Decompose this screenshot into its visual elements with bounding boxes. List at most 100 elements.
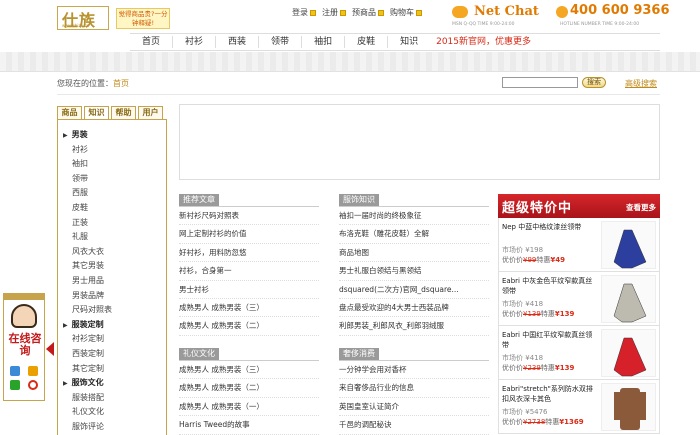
sidebar-category[interactable]: ▶ 男装 bbox=[58, 128, 166, 143]
article-link[interactable]: 来自奢侈品行业的信息 bbox=[339, 379, 489, 398]
customer-service-avatar bbox=[11, 304, 37, 328]
sidebar-item[interactable]: 西装定制 bbox=[58, 347, 166, 362]
tab-help[interactable]: 帮助 bbox=[111, 106, 136, 120]
article-link[interactable]: 袖扣一届时尚的终极象征 bbox=[339, 207, 489, 226]
article-link[interactable]: 衬衫，合身第一 bbox=[179, 262, 319, 281]
online-chat-widget[interactable]: 在线咨询 bbox=[3, 293, 45, 401]
nav-ties[interactable]: 领带 bbox=[258, 36, 301, 48]
article-link[interactable]: 成熟男人 成熟男装（一） bbox=[179, 398, 319, 417]
article-link[interactable]: dsquared(二次方)官网_dsquare... bbox=[339, 281, 489, 299]
sidebar-item[interactable]: 皮鞋 bbox=[58, 201, 166, 216]
article-link[interactable]: 成熟男人 成熟男装（三） bbox=[179, 361, 319, 380]
sidebar-item[interactable]: 服装搭配 bbox=[58, 391, 166, 406]
article-link[interactable]: 男士礼服白领结与黑领结 bbox=[339, 262, 489, 281]
sidebar-tabs: 商品 知识 帮助 用户 bbox=[57, 106, 167, 120]
knowledge-title: 服饰知识 bbox=[339, 194, 379, 206]
product-image[interactable] bbox=[601, 383, 656, 431]
article-link[interactable]: 盘点最受欢迎的4大男士西装品牌 bbox=[339, 299, 489, 318]
article-link[interactable]: 成熟男人 成熟男装（三） bbox=[179, 299, 319, 318]
sidebar-item[interactable]: 男士用品 bbox=[58, 274, 166, 289]
product-image[interactable] bbox=[601, 275, 656, 323]
cart-link[interactable]: 购物车 bbox=[390, 7, 422, 18]
tab-user[interactable]: 用户 bbox=[138, 106, 163, 120]
recommend-list: 新衬衫尺码对照表 网上定制衬衫的价值 好衬衫，用料防忽悠 衬衫，合身第一 男士衬衫 成熟男… bbox=[179, 207, 319, 336]
close-icon[interactable] bbox=[28, 380, 38, 390]
slogan-banner[interactable]: 觉得商品贵?一分钟释疑! bbox=[116, 8, 170, 29]
net-chat[interactable]: Net Chat MSN Q-QQ TIME 9:00-24:00 bbox=[452, 2, 544, 28]
nav-cufflinks[interactable]: 袖扣 bbox=[301, 36, 344, 48]
login-link[interactable]: 登录 bbox=[292, 7, 316, 18]
register-link[interactable]: 注册 bbox=[322, 7, 346, 18]
search-button[interactable]: 搜索 bbox=[582, 77, 606, 88]
sidebar-item[interactable]: 尺码对照表 bbox=[58, 303, 166, 318]
advanced-search-link[interactable]: 高级搜索 bbox=[625, 78, 657, 89]
article-link[interactable]: 千邑的调配秘诀 bbox=[339, 416, 489, 435]
article-link[interactable]: 一分钟学会用对香杯 bbox=[339, 361, 489, 380]
product-image[interactable] bbox=[601, 221, 656, 269]
sidebar-item[interactable]: 衬衫 bbox=[58, 143, 166, 158]
product-name[interactable]: Eabri 中国红平纹窄款真丝领带 bbox=[502, 330, 597, 350]
sidebar-item[interactable]: 风衣大衣 bbox=[58, 245, 166, 260]
nav-knowledge[interactable]: 知识 bbox=[387, 36, 430, 48]
expand-arrow-icon: ▶ bbox=[63, 321, 68, 329]
special-more-link[interactable]: 查看更多 bbox=[626, 202, 656, 213]
article-link[interactable]: 男士衬衫 bbox=[179, 281, 319, 299]
special-offers: 超级特价中 查看更多 Nep 中蓝中格纹漆丝领带 市场价 ¥198 优价价¥99特惠… bbox=[498, 194, 660, 435]
product-name[interactable]: Eabri 中灰金色平纹窄款真丝领带 bbox=[502, 276, 597, 296]
product-name[interactable]: Eabri"stretch"系列防水双排扣风衣深卡其色 bbox=[502, 384, 597, 404]
nav-promo[interactable]: 2015新官网，优惠更多 bbox=[436, 36, 531, 48]
qq-icon[interactable] bbox=[10, 366, 20, 376]
sidebar-item-label: 礼仪文化 bbox=[72, 407, 104, 417]
special-product[interactable]: Eabri"stretch"系列防水双排扣风衣深卡其色 市场价 ¥5476 优价价¥… bbox=[498, 380, 660, 434]
sidebar-item[interactable]: 袖扣 bbox=[58, 157, 166, 172]
hotline: 400 600 9366 HOTLINE NUMBER TIME 9:00-24… bbox=[556, 2, 670, 28]
add-icon[interactable] bbox=[10, 380, 20, 390]
nav-suits[interactable]: 西装 bbox=[215, 36, 258, 48]
article-link[interactable]: 成熟男人 成熟男装（二） bbox=[179, 379, 319, 398]
article-link[interactable]: 好衬衫，用料防忽悠 bbox=[179, 244, 319, 263]
register-icon bbox=[340, 9, 346, 16]
favorites-link[interactable]: 预商品 bbox=[352, 7, 384, 18]
article-link[interactable]: 利郎男装_利郎风衣_利郎羽绒服 bbox=[339, 317, 489, 336]
tab-products[interactable]: 商品 bbox=[57, 106, 82, 120]
sidebar-item[interactable]: 其它男装 bbox=[58, 259, 166, 274]
nav-shirts[interactable]: 衬衫 bbox=[172, 36, 215, 48]
search-input[interactable] bbox=[502, 77, 578, 88]
sidebar-category[interactable]: ▶ 服装定制 bbox=[58, 318, 166, 333]
product-name[interactable]: Nep 中蓝中格纹漆丝领带 bbox=[502, 222, 597, 232]
tab-knowledge[interactable]: 知识 bbox=[84, 106, 109, 120]
sidebar-item-label: 衬衫 bbox=[72, 144, 88, 154]
sidebar-item-label: 服装搭配 bbox=[72, 392, 104, 402]
sidebar-item[interactable]: 正装 bbox=[58, 216, 166, 231]
nav-home[interactable]: 首页 bbox=[130, 36, 172, 48]
article-link[interactable]: 网上定制衬衫的价值 bbox=[179, 225, 319, 244]
sidebar-category[interactable]: ▶ 服饰文化 bbox=[58, 376, 166, 391]
article-link[interactable]: 英国皇室认证简介 bbox=[339, 398, 489, 417]
article-link[interactable]: Harris Tweed的故事 bbox=[179, 416, 319, 435]
sidebar-item[interactable]: 礼仪文化 bbox=[58, 405, 166, 420]
special-product[interactable]: Eabri 中国红平纹窄款真丝领带 市场价 ¥418 优价价¥239特惠¥139 bbox=[498, 326, 660, 380]
luxury-title: 奢侈消费 bbox=[339, 348, 379, 360]
breadcrumb-home[interactable]: 首页 bbox=[113, 79, 129, 88]
site-logo[interactable]: 仕族 www.shizu.cn bbox=[57, 6, 109, 30]
product-image[interactable] bbox=[601, 329, 656, 377]
sidebar-item[interactable]: 领带 bbox=[58, 172, 166, 187]
special-product[interactable]: Eabri 中灰金色平纹窄款真丝领带 市场价 ¥418 优价价¥139特惠¥139 bbox=[498, 272, 660, 326]
sidebar-item[interactable]: 男装品牌 bbox=[58, 289, 166, 304]
top-links: 登录 注册 预商品 购物车 bbox=[292, 7, 422, 18]
article-link[interactable]: 布洛克鞋（雕花皮鞋）全解 bbox=[339, 225, 489, 244]
sidebar-item[interactable]: 西服 bbox=[58, 186, 166, 201]
sidebar-item[interactable]: 其它定制 bbox=[58, 362, 166, 377]
sidebar-item[interactable]: 礼服 bbox=[58, 230, 166, 245]
special-title: 超级特价中 bbox=[502, 201, 573, 216]
chat-collapse-arrow-icon[interactable] bbox=[46, 342, 54, 356]
article-link[interactable]: 商品地图 bbox=[339, 244, 489, 263]
article-link[interactable]: 成熟男人 成熟男装（二） bbox=[179, 317, 319, 336]
article-link[interactable]: 新衬衫尺码对照表 bbox=[179, 207, 319, 226]
nav-shoes[interactable]: 皮鞋 bbox=[344, 36, 387, 48]
knowledge-articles: 服饰知识 袖扣一届时尚的终极象征 布洛克鞋（雕花皮鞋）全解 商品地图 男士礼服白领结与… bbox=[339, 194, 489, 336]
sidebar-item[interactable]: 服饰评论 bbox=[58, 420, 166, 435]
wangwang-icon[interactable] bbox=[28, 366, 38, 376]
special-product[interactable]: Nep 中蓝中格纹漆丝领带 市场价 ¥198 优价价¥99特惠¥49 bbox=[498, 218, 660, 272]
sidebar-item[interactable]: 衬衫定制 bbox=[58, 332, 166, 347]
